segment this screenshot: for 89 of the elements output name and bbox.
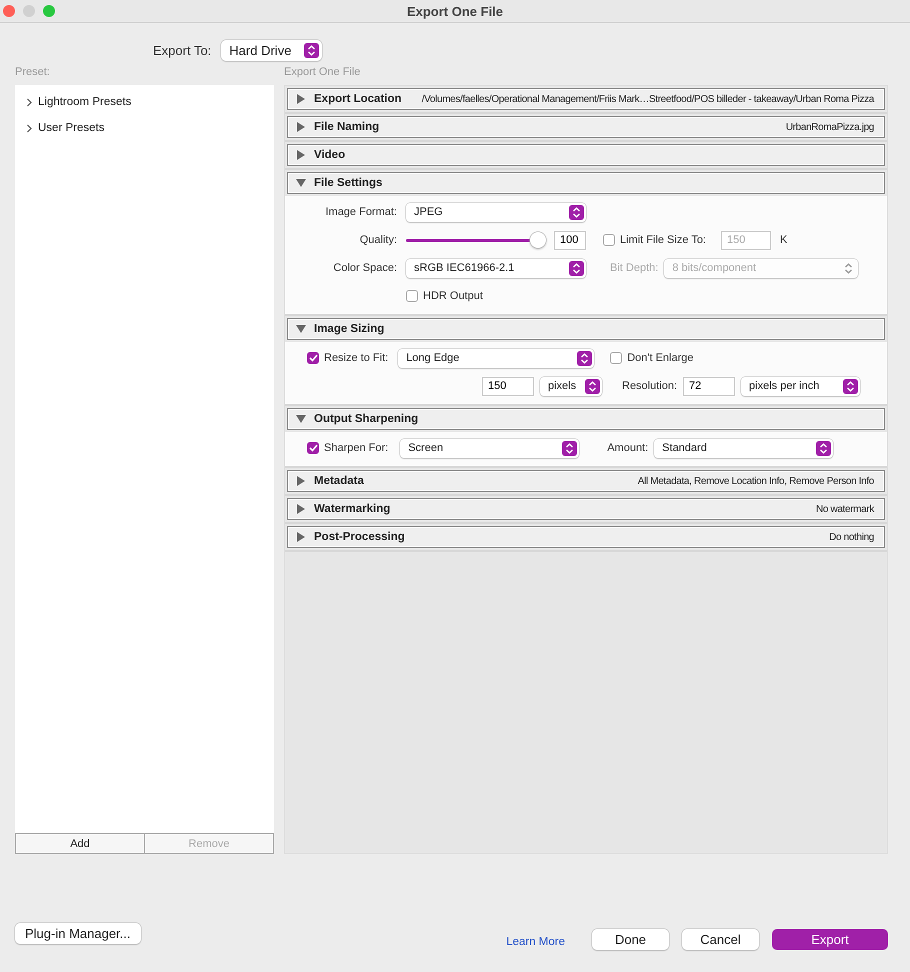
updown-arrows-icon: [846, 380, 856, 392]
section-title: File Settings: [314, 177, 382, 189]
field-label: Amount:: [607, 442, 648, 454]
section-title: Watermarking: [314, 503, 390, 515]
triangle-right-icon: [296, 122, 306, 132]
dialog-button[interactable]: Done: [592, 929, 669, 950]
dropdown[interactable]: Long Edge: [398, 348, 594, 368]
dropdown[interactable]: Standard: [654, 438, 834, 458]
zoom-button[interactable]: [43, 5, 55, 17]
triangle-down-icon: [296, 324, 306, 334]
panel-label: Export One File: [284, 66, 362, 79]
quality-slider[interactable]: [406, 232, 546, 248]
section-header[interactable]: Output Sharpening: [287, 408, 885, 430]
triangle-down-icon: [296, 178, 306, 188]
chevron-right-icon: [26, 124, 33, 132]
minimize-button[interactable]: [23, 5, 35, 17]
updown-arrows-icon: [844, 262, 854, 274]
checkbox[interactable]: [307, 442, 319, 454]
section-header[interactable]: File Naming UrbanRomaPizza.jpg: [287, 116, 885, 138]
checkbox[interactable]: [307, 352, 319, 364]
unit-label: K: [780, 234, 788, 246]
field-label: Bit Depth:: [610, 262, 658, 274]
triangle-right-icon: [296, 150, 306, 160]
dropdown[interactable]: JPEG: [406, 202, 586, 222]
updown-arrows-icon: [565, 442, 574, 454]
section-title: Image Sizing: [314, 323, 384, 335]
chevron-right-icon: [26, 98, 33, 106]
checkmark-icon: [308, 444, 318, 452]
section-header[interactable]: Post-Processing Do nothing: [287, 526, 885, 548]
export-button[interactable]: Export: [772, 929, 888, 950]
input-field[interactable]: 100: [554, 230, 586, 250]
field-label: Color Space:: [332, 262, 397, 274]
checkbox[interactable]: [406, 290, 418, 302]
section-header[interactable]: Metadata All Metadata, Remove Location Info, Remove Person Info: [287, 470, 885, 492]
section-header[interactable]: Watermarking No watermark: [287, 498, 885, 520]
checkmark-icon: [308, 354, 318, 362]
section-title: Metadata: [314, 475, 364, 487]
section-summary: No watermark: [816, 504, 874, 514]
learn-more-link[interactable]: Learn More: [506, 936, 565, 948]
dropdown: 8 bits/component: [664, 258, 858, 278]
field-label: Image Format:: [324, 206, 397, 218]
section-title: Post-Processing: [314, 531, 405, 543]
section-title: Video: [314, 149, 346, 161]
section-title: File Naming: [314, 121, 380, 133]
preset-folder[interactable]: Lightroom Presets: [15, 89, 274, 115]
field-label: Resolution:: [622, 380, 678, 392]
button[interactable]: Add: [15, 833, 145, 854]
input-field[interactable]: 72: [683, 376, 736, 396]
plugin-manager-button[interactable]: Plug-in Manager...: [15, 923, 141, 944]
dropdown[interactable]: pixels per inch: [741, 376, 860, 396]
checkbox-label: Limit File Size To:: [620, 234, 706, 246]
section-header[interactable]: Video: [287, 144, 885, 166]
checkbox-label: Sharpen For:: [324, 442, 388, 454]
checkbox-label: HDR Output: [423, 290, 483, 302]
section-summary: Do nothing: [829, 532, 874, 542]
preset-folder[interactable]: User Presets: [15, 115, 274, 141]
field-label: Quality:: [358, 234, 397, 246]
section-summary: /Volumes/faelles/Operational Management/Friis Mark…Streetfood/POS billeder - takeaway/Urban Roma Pizza: [422, 94, 874, 104]
field-label: Export To:: [153, 42, 212, 58]
updown-arrows-icon: [572, 206, 581, 218]
triangle-down-icon: [296, 414, 306, 424]
dialog-button[interactable]: Cancel: [682, 929, 759, 950]
section-header[interactable]: File Settings: [287, 172, 885, 194]
triangle-right-icon: [296, 532, 306, 542]
section-title: Output Sharpening: [314, 413, 418, 425]
section-header[interactable]: Image Sizing: [287, 318, 885, 340]
checkbox-label: Resize to Fit:: [324, 352, 388, 364]
updown-arrows-icon: [307, 44, 316, 56]
dropdown[interactable]: sRGB IEC61966-2.1: [406, 258, 586, 278]
input-field[interactable]: 150: [482, 376, 534, 396]
updown-arrows-icon: [580, 352, 590, 364]
export-to-dropdown[interactable]: Hard Drive: [221, 40, 322, 60]
updown-arrows-icon: [588, 380, 597, 392]
updown-arrows-icon: [819, 442, 828, 454]
section-header[interactable]: Export Location /Volumes/faelles/Operational Management/Friis Mark…Streetfood/POS billeder - takeaway/Urban Roma Pizza: [287, 88, 885, 110]
dropdown[interactable]: Screen: [400, 438, 580, 458]
panel-label: Preset:: [15, 66, 51, 79]
updown-arrows-icon: [572, 262, 581, 274]
section-summary: UrbanRomaPizza.jpg: [786, 122, 874, 132]
dropdown[interactable]: pixels: [540, 376, 602, 396]
triangle-right-icon: [296, 94, 306, 104]
section-title: Export Location: [314, 93, 402, 105]
triangle-right-icon: [296, 476, 306, 486]
close-button[interactable]: [3, 5, 15, 17]
checkbox[interactable]: [610, 352, 622, 364]
window-title: Export One File: [406, 4, 504, 18]
triangle-right-icon: [296, 504, 306, 514]
section-summary: All Metadata, Remove Location Info, Remove Person Info: [638, 476, 874, 486]
checkbox-label: Don't Enlarge: [627, 352, 694, 364]
